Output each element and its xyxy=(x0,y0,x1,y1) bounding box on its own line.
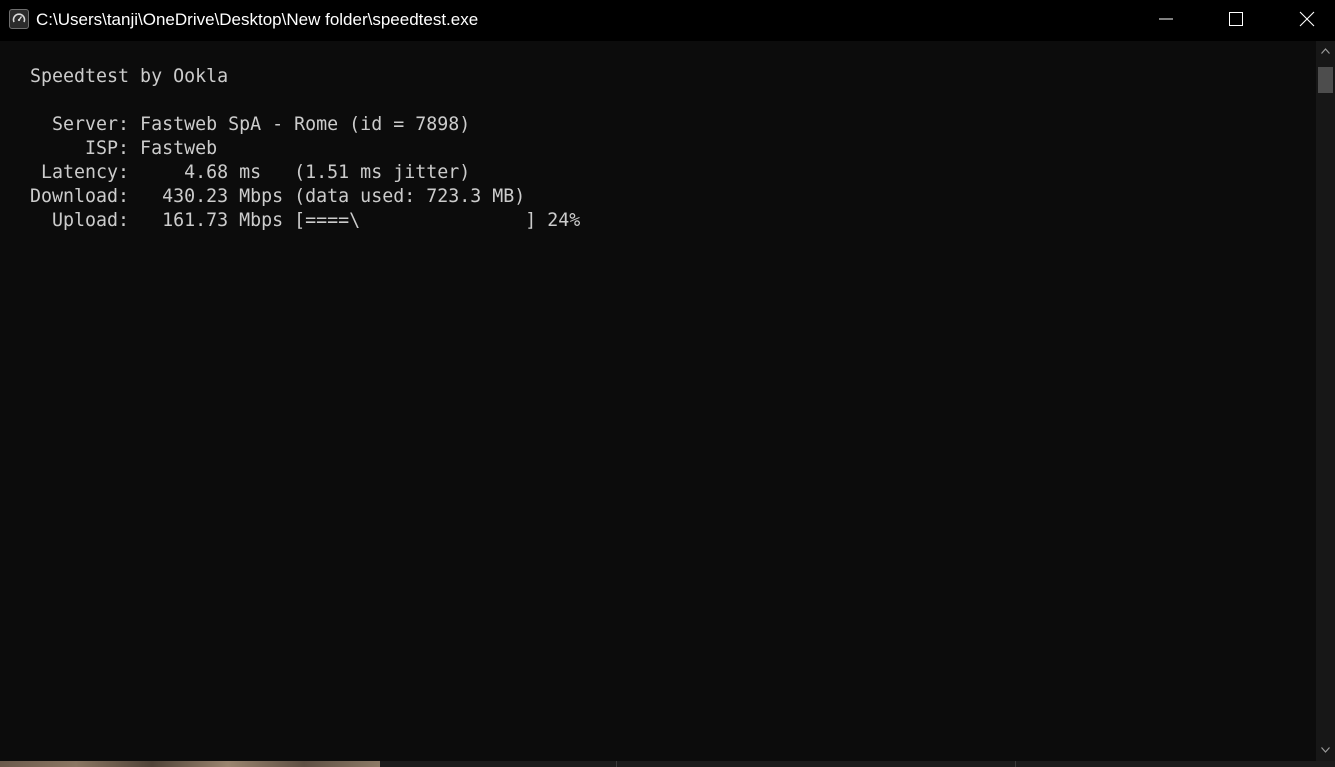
minimize-button[interactable] xyxy=(1131,0,1201,38)
scroll-up-arrow-icon xyxy=(1321,48,1330,54)
scroll-down-arrow-icon xyxy=(1321,747,1330,753)
taskbar-edge xyxy=(0,761,1335,767)
speedtest-gauge-icon[interactable] xyxy=(9,9,29,29)
taskbar-divider xyxy=(1015,761,1016,767)
taskbar-divider xyxy=(616,761,617,767)
title-bar[interactable]: C:\Users\tanji\OneDrive\Desktop\New fold… xyxy=(0,0,1335,41)
window-title: C:\Users\tanji\OneDrive\Desktop\New fold… xyxy=(36,10,479,29)
console-line-server: Server: Fastweb SpA - Rome (id = 7898) xyxy=(30,114,471,135)
console-line-isp: ISP: Fastweb xyxy=(30,138,218,159)
console-line-latency: Latency: 4.68 ms (1.51 ms jitter) xyxy=(30,162,471,183)
close-icon xyxy=(1299,11,1315,27)
maximize-button[interactable] xyxy=(1201,0,1271,38)
scroll-up-button[interactable] xyxy=(1316,43,1335,60)
console-output[interactable]: Speedtest by Ookla Server: Fastweb SpA -… xyxy=(0,41,1316,761)
scroll-down-button[interactable] xyxy=(1316,742,1335,759)
console-line-header: Speedtest by Ookla xyxy=(30,66,229,87)
console-line-download: Download: 430.23 Mbps (data used: 723.3 … xyxy=(30,186,526,207)
desktop-wallpaper-strip xyxy=(0,761,380,767)
maximize-icon xyxy=(1229,12,1243,26)
vertical-scrollbar[interactable] xyxy=(1316,41,1335,761)
scroll-thumb[interactable] xyxy=(1318,67,1333,93)
console-window: C:\Users\tanji\OneDrive\Desktop\New fold… xyxy=(0,0,1335,767)
minimize-icon xyxy=(1159,18,1173,20)
close-button[interactable] xyxy=(1271,0,1335,38)
console-line-upload: Upload: 161.73 Mbps [====\ ] 24% xyxy=(30,210,581,231)
